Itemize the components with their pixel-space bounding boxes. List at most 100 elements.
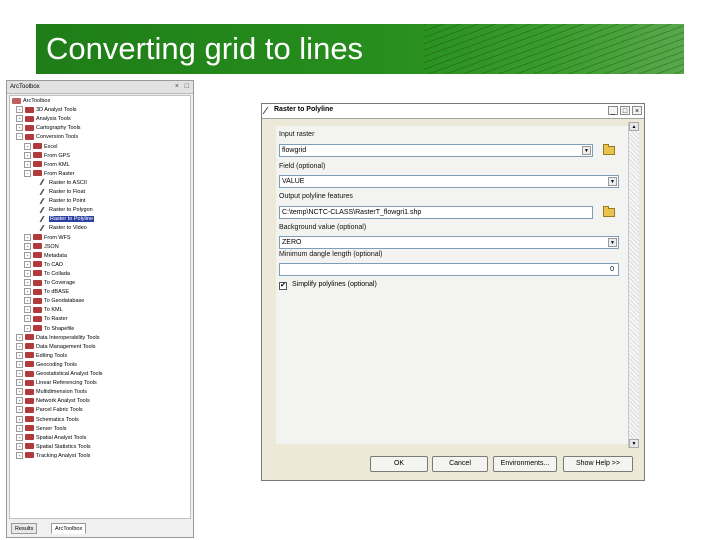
tree-item[interactable]: + From GPS	[24, 151, 70, 161]
tree-item[interactable]: + Geocoding Tools	[16, 360, 77, 370]
tree-item[interactable]: + Metadata	[24, 251, 67, 261]
expand-icon[interactable]: +	[24, 151, 31, 159]
simplify-checkbox[interactable]: ✔	[279, 282, 287, 290]
expand-icon[interactable]: +	[24, 269, 31, 277]
tree-item[interactable]: + Parcel Fabric Tools	[16, 406, 83, 415]
expand-icon[interactable]: +	[16, 451, 23, 459]
tree-item[interactable]: + Excel	[24, 142, 57, 152]
tree-item[interactable]: + From WFS	[24, 233, 71, 243]
tree-item[interactable]: Raster to Point	[32, 197, 85, 206]
tree-item[interactable]: + To Geodatabase	[24, 297, 84, 306]
scroll-up-icon[interactable]: ▲	[629, 122, 639, 131]
cancel-button[interactable]: Cancel	[432, 456, 488, 472]
tree-item[interactable]: Raster to Polyline	[32, 215, 95, 224]
tree-item[interactable]: + To Coverage	[24, 279, 75, 288]
tree-item[interactable]: + Multidimension Tools	[16, 388, 87, 397]
expand-icon[interactable]: +	[24, 160, 31, 168]
field-select[interactable]: VALUE ▼	[279, 175, 619, 188]
output-features-field[interactable]: C:\temp\NCTC-CLASS\RasterT_flowgri1.shp	[279, 206, 593, 219]
tree-item[interactable]: + Spatial Statistics Tools	[16, 442, 91, 452]
tree-item[interactable]: + Network Analyst Tools	[16, 397, 90, 406]
expand-icon[interactable]: +	[16, 360, 23, 368]
tree-item[interactable]: + Analysis Tools	[16, 115, 71, 124]
tree-item[interactable]: + Geostatistical Analyst Tools	[16, 370, 103, 379]
expand-icon[interactable]: +	[16, 333, 23, 341]
tree-item[interactable]: + Data Interoperability Tools	[16, 333, 100, 343]
tree-item[interactable]: + Spatial Analyst Tools	[16, 433, 86, 443]
expand-icon[interactable]: +	[24, 251, 31, 259]
expand-icon[interactable]: +	[16, 342, 23, 350]
close-button[interactable]: ×	[632, 106, 642, 115]
tree-item[interactable]: +3D Analyst Tools	[16, 106, 77, 115]
tree-item[interactable]: + JSON	[24, 242, 59, 252]
tree-item[interactable]: − Conversion Tools	[16, 133, 78, 142]
environments-button[interactable]: Environments...	[493, 456, 557, 472]
tree-item[interactable]: Raster to Polygon	[32, 206, 93, 215]
tree-item[interactable]: + From KML	[24, 160, 70, 170]
maximize-button[interactable]: □	[620, 106, 630, 115]
expand-icon[interactable]: +	[16, 370, 23, 378]
expand-icon[interactable]: +	[24, 315, 31, 323]
dangle-length-field[interactable]: 0	[279, 263, 619, 276]
input-raster-field[interactable]: flowgrid ▼	[279, 144, 593, 157]
ok-button[interactable]: OK	[370, 456, 428, 472]
expand-icon[interactable]: +	[16, 415, 23, 423]
tree-item[interactable]: + To Raster	[24, 315, 68, 324]
background-value-select[interactable]: ZERO ▼	[279, 236, 619, 249]
expand-icon[interactable]: +	[24, 306, 31, 314]
tree-item[interactable]: + To CAD	[24, 260, 63, 270]
tree-item[interactable]: + Tracking Analyst Tools	[16, 451, 90, 461]
tab-arctoolbox[interactable]: ArcToolbox	[51, 523, 87, 534]
tree-item[interactable]: + Data Management Tools	[16, 342, 96, 352]
chevron-down-icon[interactable]: ▼	[608, 177, 617, 186]
tree-item[interactable]: + To Collada	[24, 269, 70, 279]
expand-icon[interactable]: +	[16, 424, 23, 432]
tree-item[interactable]: + To dBASE	[24, 288, 69, 297]
expand-icon[interactable]: +	[16, 351, 23, 359]
scroll-down-icon[interactable]: ▼	[629, 439, 639, 448]
tree-item[interactable]: ArcToolbox	[12, 97, 50, 106]
folder-icon[interactable]	[601, 205, 617, 219]
expand-icon[interactable]: +	[24, 279, 31, 287]
expand-icon[interactable]: +	[24, 142, 31, 150]
expand-icon[interactable]: +	[16, 124, 23, 132]
expand-icon[interactable]: +	[24, 288, 31, 296]
title-decoration	[424, 24, 684, 74]
collapse-icon[interactable]: −	[16, 133, 23, 141]
dialog-scrollbar[interactable]: ▲ ▼	[628, 122, 639, 448]
expand-icon[interactable]: +	[16, 406, 23, 414]
tree-item[interactable]: − From Raster	[24, 169, 75, 179]
minimize-button[interactable]: _	[608, 106, 618, 115]
tree-item-label: Linear Referencing Tools	[36, 380, 97, 387]
close-icon[interactable]: ×	[175, 81, 179, 93]
expand-icon[interactable]: +	[16, 442, 23, 450]
collapse-icon[interactable]: −	[24, 169, 31, 177]
show-help-button[interactable]: Show Help >>	[563, 456, 633, 472]
expand-icon[interactable]: +	[24, 233, 31, 241]
expand-icon[interactable]: +	[24, 260, 31, 268]
tree-item[interactable]: Raster to Float	[32, 188, 85, 197]
expand-icon[interactable]: +	[16, 115, 23, 123]
expand-icon[interactable]: +	[16, 106, 23, 114]
tree-item[interactable]: + Linear Referencing Tools	[16, 379, 97, 388]
expand-icon[interactable]: +	[24, 297, 31, 305]
expand-icon[interactable]: +	[16, 388, 23, 396]
tree-item[interactable]: + Cartography Tools	[16, 124, 81, 133]
tree-item[interactable]: Raster to ASCII	[32, 179, 87, 188]
tree-item[interactable]: + To Shapefile	[24, 324, 74, 334]
tree-item[interactable]: + Server Tools	[16, 424, 66, 434]
expand-icon[interactable]: +	[24, 242, 31, 250]
tree-item[interactable]: Raster to Video	[32, 224, 87, 233]
float-icon[interactable]: □	[185, 81, 189, 93]
chevron-down-icon[interactable]: ▼	[582, 146, 591, 155]
folder-icon[interactable]	[601, 143, 617, 157]
chevron-down-icon[interactable]: ▼	[608, 238, 617, 247]
tab-results[interactable]: Results	[11, 523, 38, 534]
tree-item[interactable]: + Schematics Tools	[16, 415, 79, 425]
tree-item[interactable]: + To KML	[24, 306, 63, 315]
expand-icon[interactable]: +	[16, 379, 23, 387]
expand-icon[interactable]: +	[24, 324, 31, 332]
tree-item[interactable]: + Editing Tools	[16, 351, 67, 361]
expand-icon[interactable]: +	[16, 397, 23, 405]
expand-icon[interactable]: +	[16, 433, 23, 441]
